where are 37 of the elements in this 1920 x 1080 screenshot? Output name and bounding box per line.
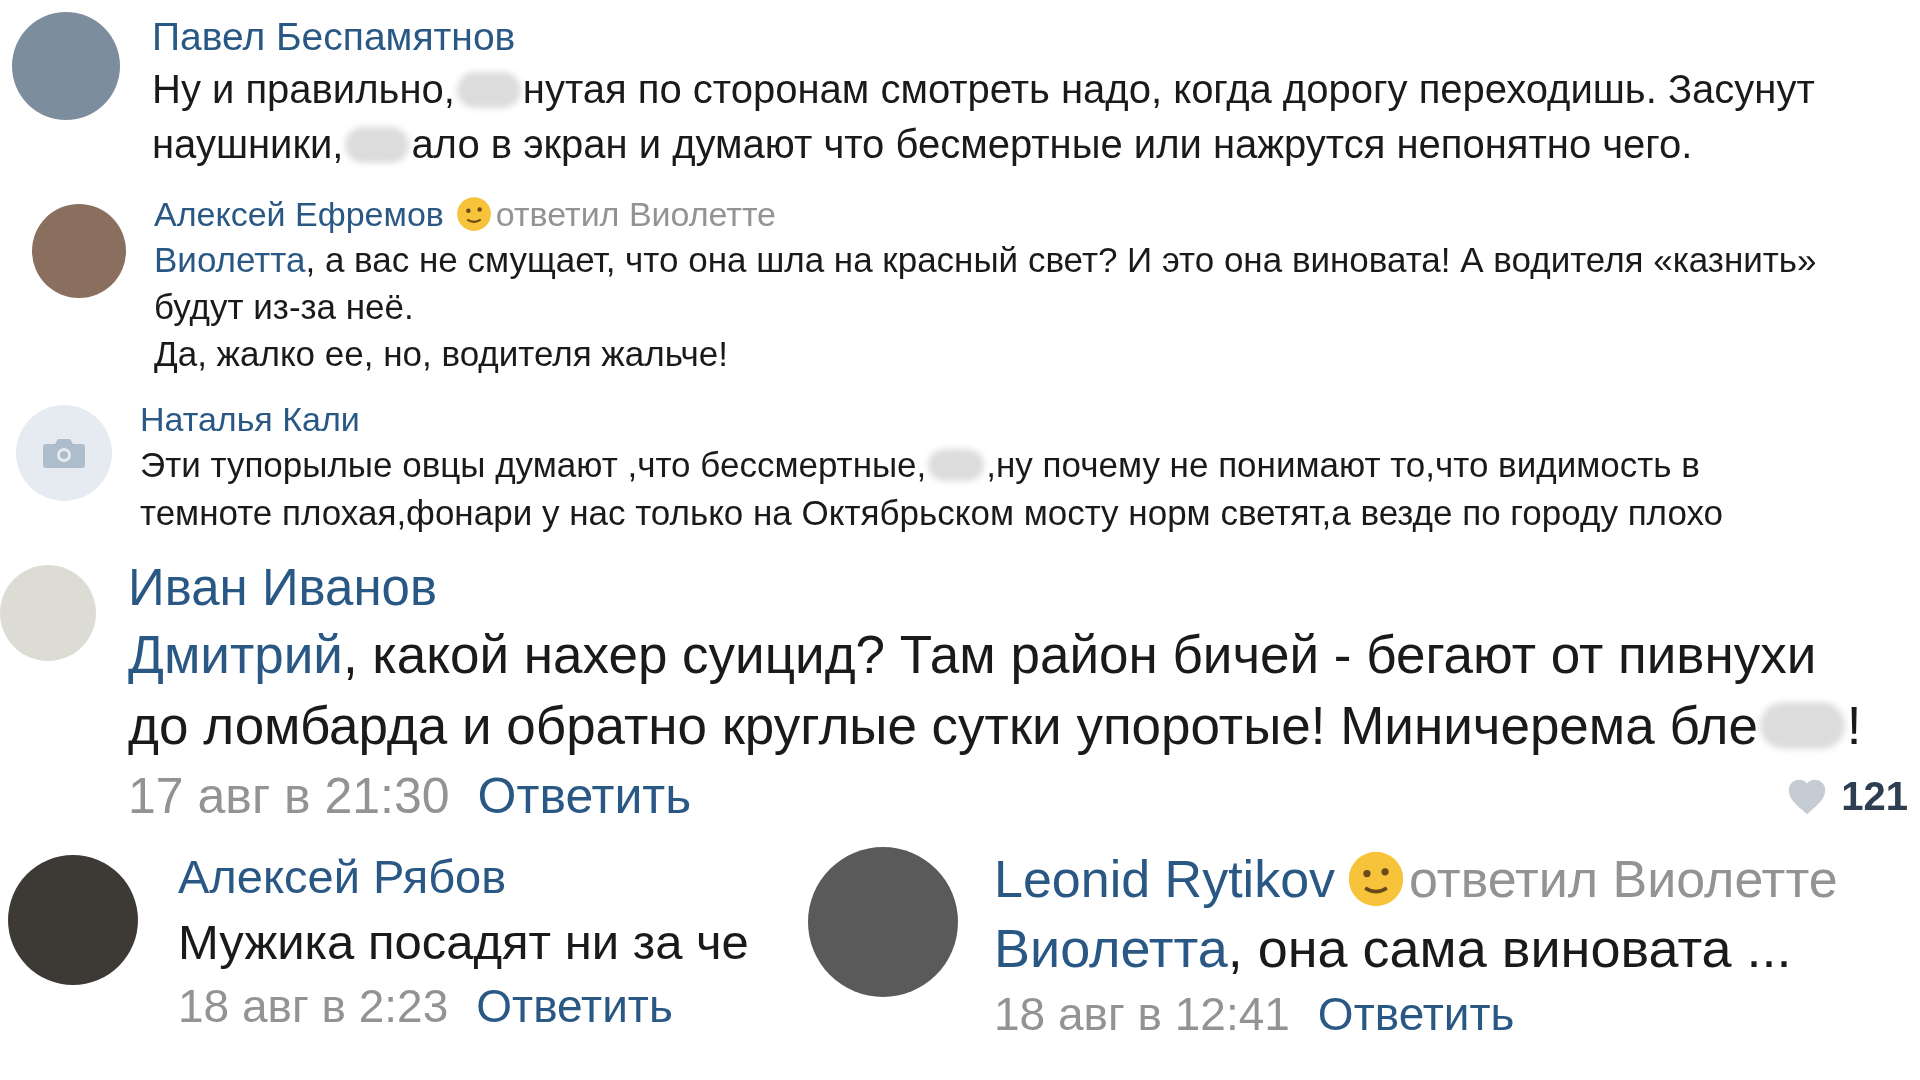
reply-to-label: ответил Виолетте — [1409, 849, 1838, 910]
comment-text: , какой нахер суицид? Там район бичей - бегают от пивнухи — [342, 624, 1817, 686]
comment-text: Ну и правильно, — [152, 66, 455, 113]
like-count: 121 — [1841, 773, 1908, 820]
reply-link[interactable]: Ответить — [476, 977, 673, 1035]
comment-text: нутая по сторонам смотреть надо, когда дорогу переходишь. Засунут — [522, 66, 1815, 113]
author-name[interactable]: Leonid Rytikov — [994, 847, 1336, 911]
mention-link[interactable]: Виолетта — [154, 236, 306, 283]
comment-text: ало в экран и думают что бесмертные или нажрутся непонятно чего. — [411, 121, 1693, 168]
author-name[interactable]: Павел Беспамятнов — [152, 12, 516, 62]
mention-link[interactable]: Виолетта — [994, 911, 1228, 985]
comment-text: Да, жалко ее, но, водителя жальче! — [154, 333, 728, 375]
comment-text: до ломбарда и обратно круглые сутки упоротые! Миничерема бле — [128, 695, 1758, 757]
author-name[interactable]: Иван Иванов — [128, 557, 438, 619]
mention-link[interactable]: Дмитрий — [128, 619, 343, 690]
comment-date: 17 авг в 21:30 — [128, 767, 450, 826]
comment-text: Эти тупорылые овцы думают ,что бессмертные, — [140, 444, 927, 486]
author-name[interactable]: Наталья Кали — [140, 397, 360, 441]
comment-text: , она сама виновата ... — [1227, 917, 1792, 980]
reply-link[interactable]: Ответить — [477, 761, 692, 831]
comment-date: 18 авг в 2:23 — [178, 979, 449, 1034]
author-name[interactable]: Алексей Рябов — [178, 847, 507, 907]
blurred-word — [456, 71, 521, 108]
comment-text: Мужика посадят ни за че — [178, 914, 749, 971]
comment-text: ! — [1846, 695, 1862, 757]
blurred-word — [345, 126, 410, 163]
comment-text: будут из-за неё. — [154, 286, 414, 328]
blurred-word — [928, 449, 985, 481]
camera-icon — [42, 436, 86, 470]
reply-to-label: ответил Виолетте — [495, 194, 777, 235]
comment-text: темноте плохая,фонари у нас только на Октябрьском мосту норм светят,а везде по городу плохо — [140, 492, 1724, 534]
comment-text: наушники, — [152, 121, 344, 168]
author-name[interactable]: Алексей Ефремов — [154, 192, 444, 236]
comment-text: ,ну почему не понимают то,что видимость в — [986, 444, 1700, 486]
comment-text: , а вас не смущает, что она шла на красный свет? И это она виновата! А водителя «казнить» — [305, 239, 1817, 281]
reply-link[interactable]: Ответить — [1317, 985, 1515, 1043]
comment-date: 18 авг в 12:41 — [994, 987, 1290, 1042]
